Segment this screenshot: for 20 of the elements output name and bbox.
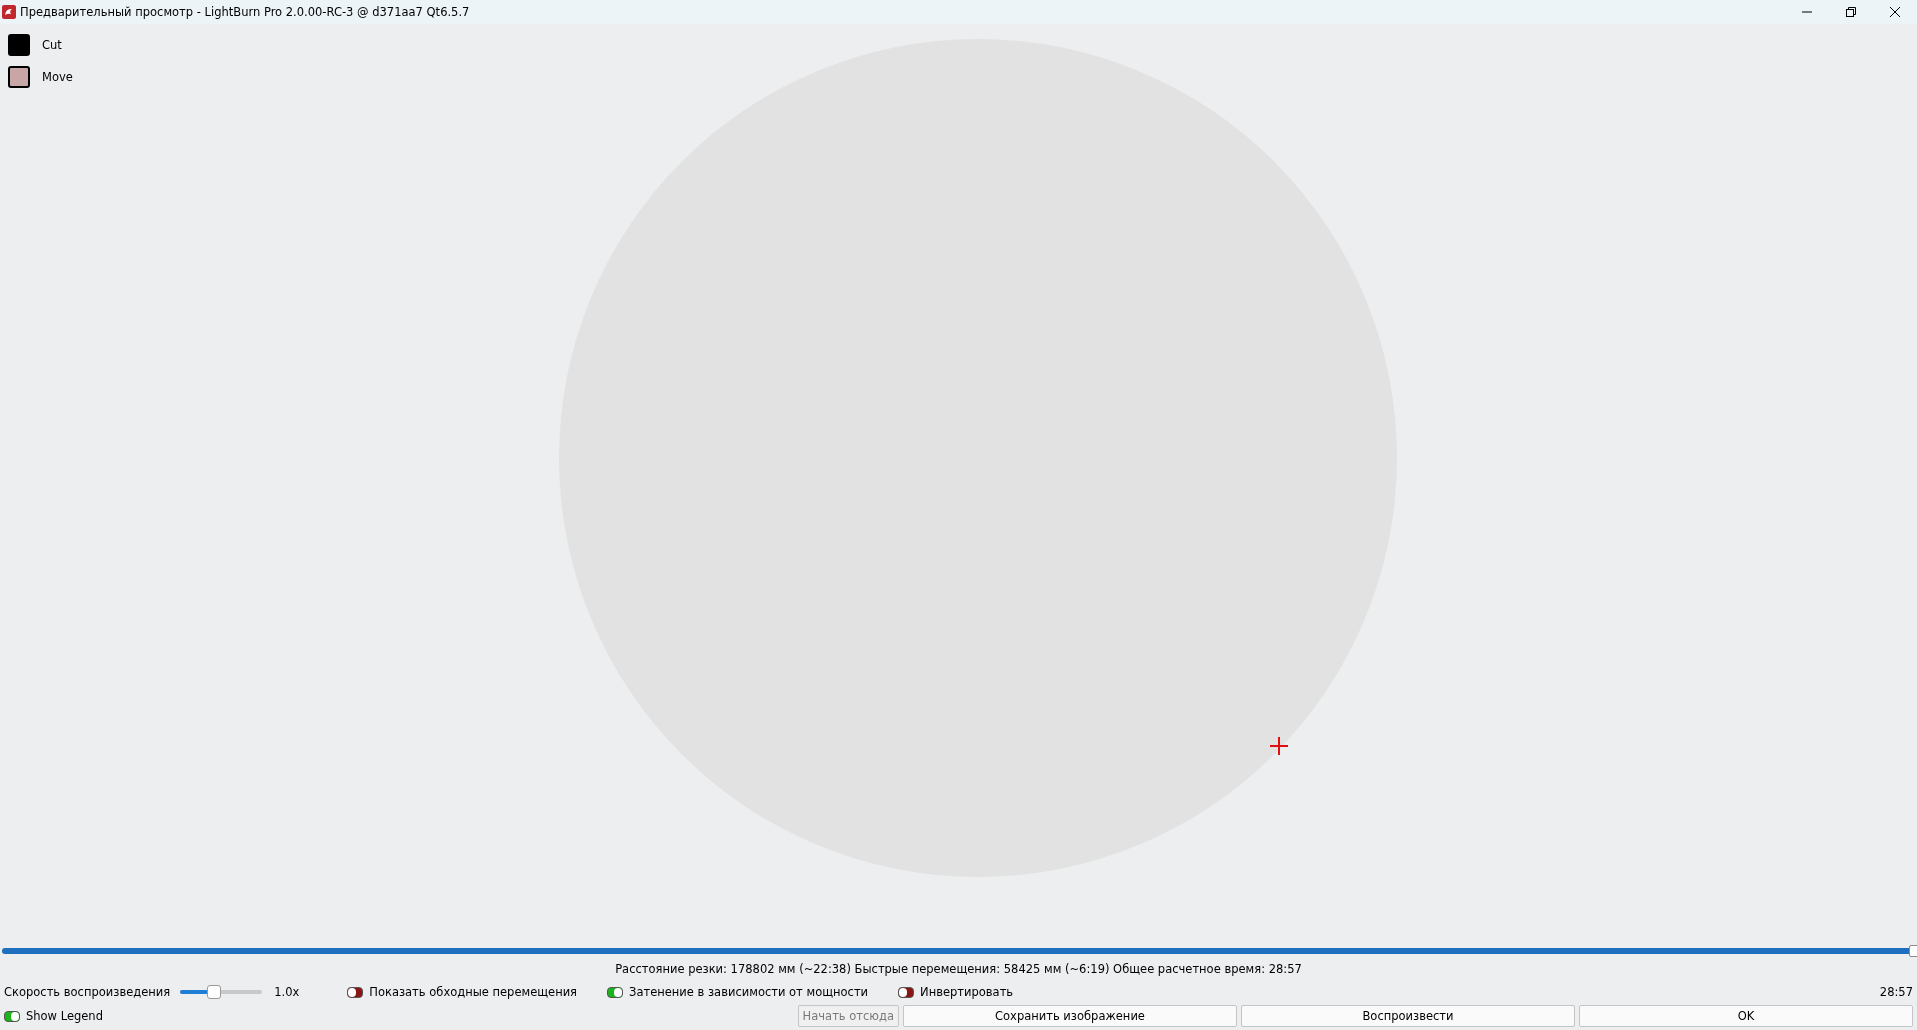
window-title: Предварительный просмотр - LightBurn Pro 2.0.00-RC-3 @ d371aa7 Qt6.5.7 <box>20 5 471 19</box>
dialog-button[interactable]: Воспроизвести <box>1241 1005 1575 1027</box>
close-icon[interactable] <box>1890 7 1900 17</box>
time-reading: 28:57 <box>1879 985 1913 999</box>
legend-label: Move <box>42 70 73 84</box>
crosshair-icon <box>1269 736 1289 756</box>
legend-label: Cut <box>42 38 62 52</box>
speed-label: Скорость воспроизведения <box>4 985 171 999</box>
speed-reading: 1.0x <box>274 985 300 999</box>
speed-slider[interactable] <box>180 985 263 999</box>
progress-slider[interactable] <box>2 948 1915 954</box>
toggle-switch[interactable]: Затенение в зависимости от мощности <box>607 985 869 999</box>
toggle-switch[interactable]: Show Legend <box>4 1009 103 1023</box>
restore-icon[interactable] <box>1846 7 1856 17</box>
dialog-button[interactable]: OK <box>1579 1005 1913 1027</box>
toggle-switch[interactable]: Показать обходные перемещения <box>347 985 578 999</box>
toggle-switch[interactable]: Инвертировать <box>898 985 1014 999</box>
stats-text: Расстояние резки: 178802 мм (~22:38) Быстрые перемещения: 58425 мм (~6:19) Общее расчетное время: 28:57 <box>614 961 1303 978</box>
dialog-button[interactable]: Сохранить изображение <box>903 1005 1237 1027</box>
app-logo-icon <box>2 5 16 19</box>
